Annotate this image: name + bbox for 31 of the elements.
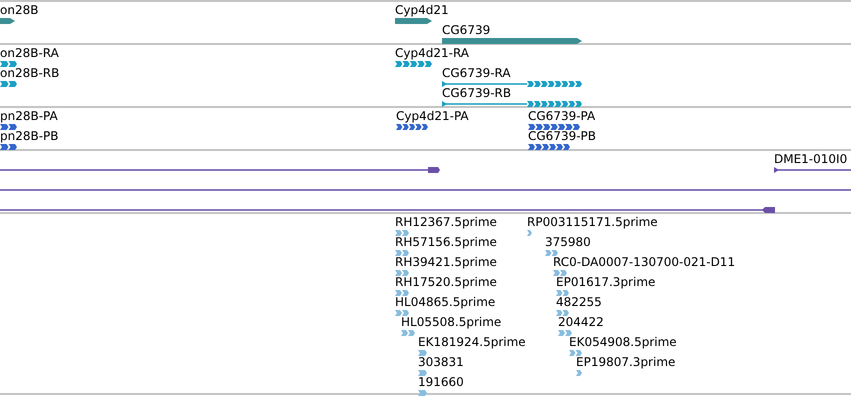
feature-label: Cyp4d21 <box>395 3 449 17</box>
feature-label: CG6739 <box>442 23 490 37</box>
feature-label: on28B-RB <box>0 66 60 80</box>
feature-label: CG6739-RB <box>442 86 512 100</box>
feature-label: 303831 <box>418 355 464 369</box>
feature-label: EP01617.3prime <box>556 275 656 289</box>
feature-label: 204422 <box>558 315 604 329</box>
feature-label: RH17520.5prime <box>395 275 497 289</box>
feature-label: RH39421.5prime <box>395 255 497 269</box>
feature-label: pn28B-PA <box>0 109 58 123</box>
feature-label: RH57156.5prime <box>395 235 497 249</box>
feature-label: RH12367.5prime <box>395 215 497 229</box>
feature-label: 375980 <box>545 235 591 249</box>
feature-label: CG6739-PA <box>528 109 596 123</box>
feature-label: Cyp4d21-PA <box>396 109 469 123</box>
feature-label: EP19807.3prime <box>576 355 676 369</box>
feature-label: on28B-RA <box>0 46 59 60</box>
feature-label: Cyp4d21-RA <box>395 46 470 60</box>
feature-label: DME1-010I0 <box>774 152 848 166</box>
feature-label: 191660 <box>418 375 464 389</box>
feature-label: RC0-DA0007-130700-021-D11 <box>553 255 736 269</box>
feature-label: pn28B-PB <box>0 129 59 143</box>
feature-label: CG6739-RA <box>442 66 511 80</box>
feature-label: on28B <box>0 3 38 17</box>
feature-label: CG6739-PB <box>528 129 596 143</box>
feature-label: HL04865.5prime <box>395 295 496 309</box>
feature-label: EK054908.5prime <box>569 335 677 349</box>
feature-label: HL05508.5prime <box>401 315 502 329</box>
feature-label: EK181924.5prime <box>418 335 526 349</box>
feature-label: RP003115171.5prime <box>527 215 658 229</box>
feature-label: 482255 <box>556 295 602 309</box>
